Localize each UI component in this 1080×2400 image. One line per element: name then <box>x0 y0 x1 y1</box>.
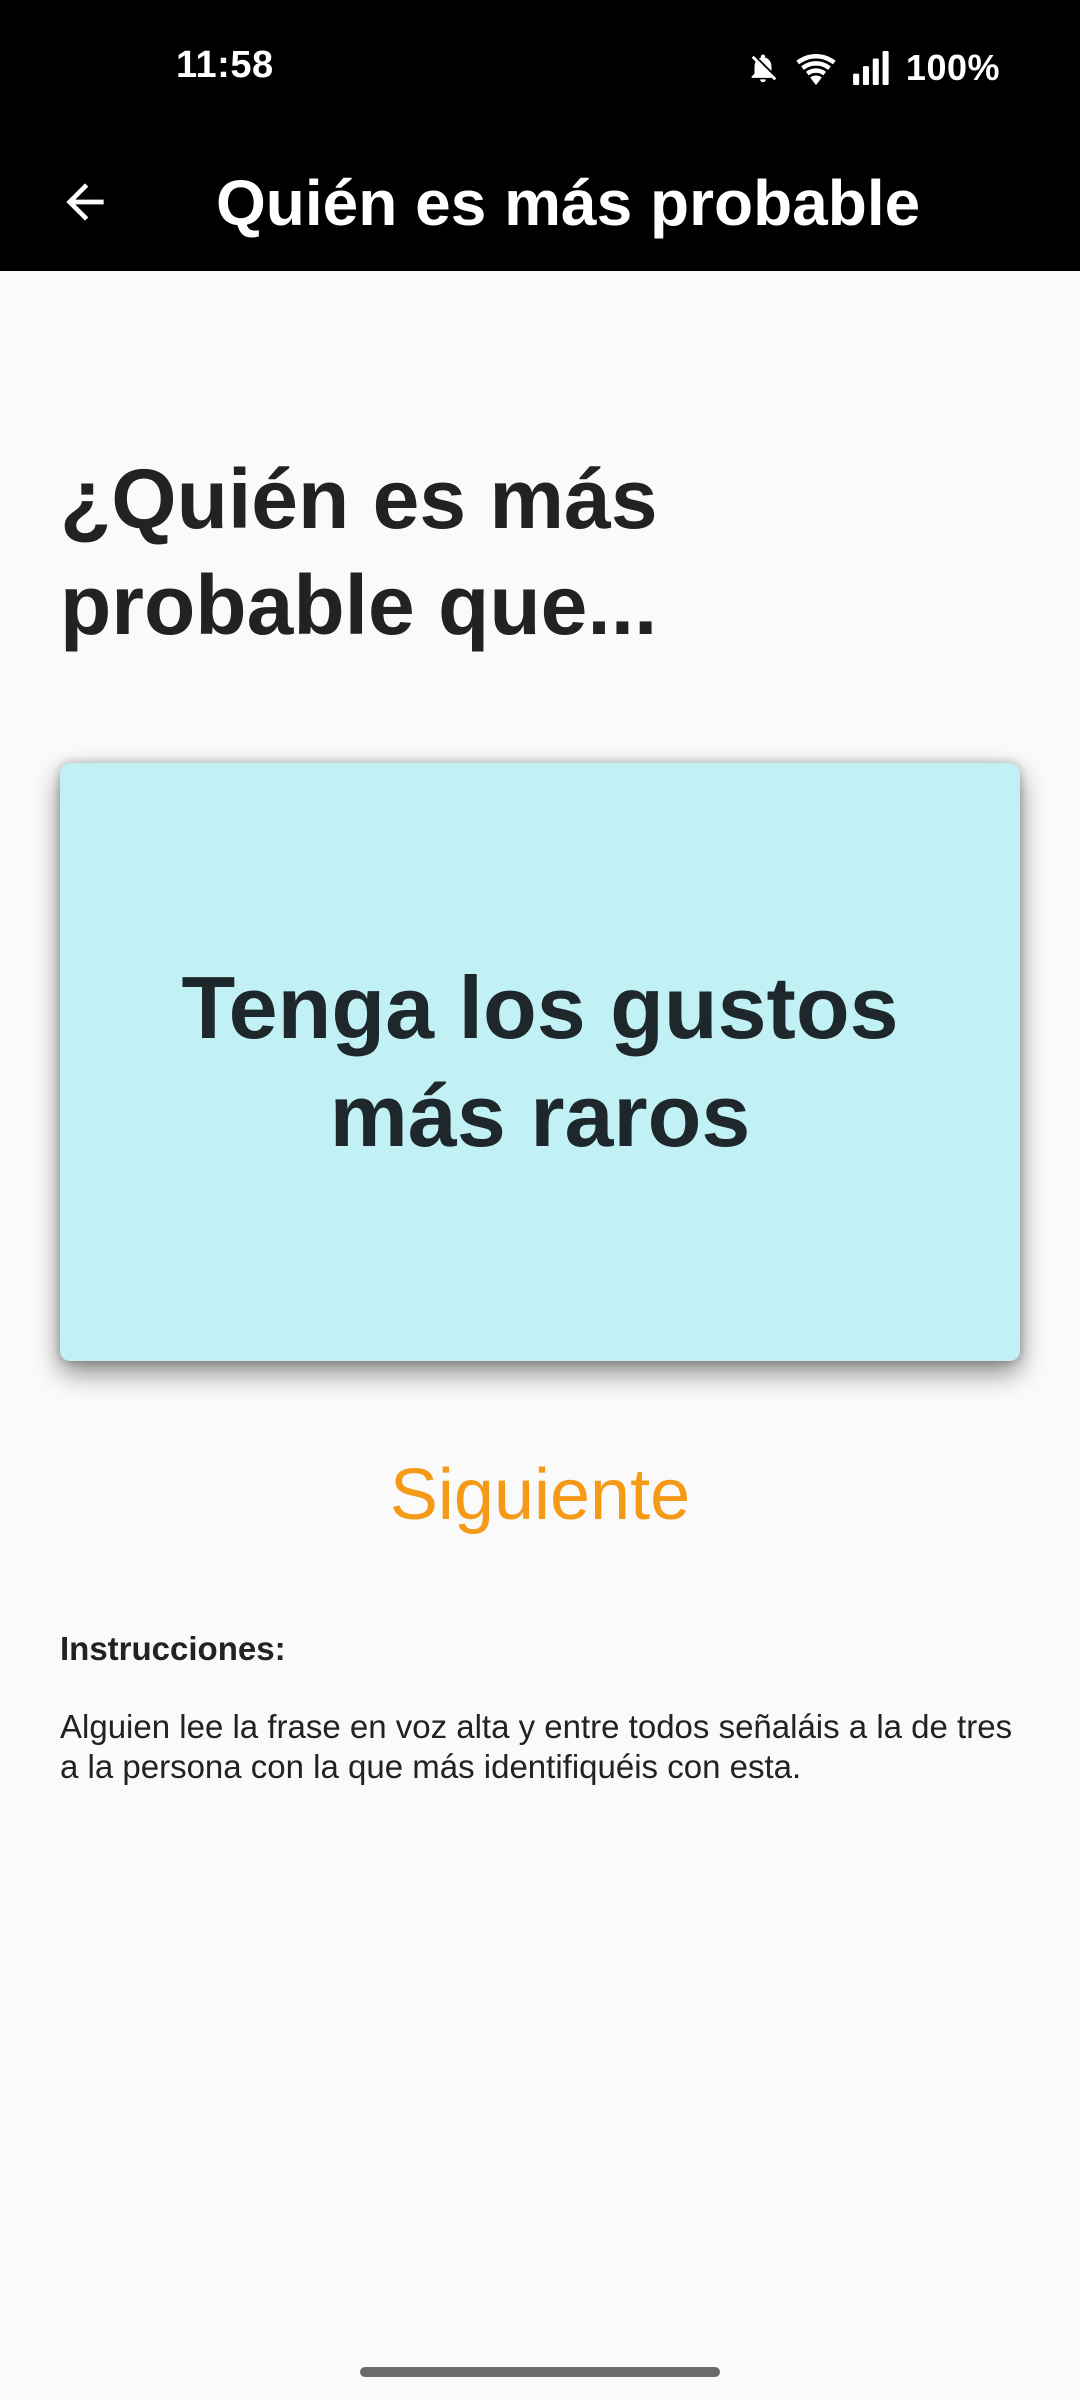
back-button[interactable] <box>40 166 130 242</box>
arrow-left-icon <box>57 174 113 235</box>
battery-percentage: 100% <box>905 47 1000 88</box>
question-heading: ¿Quién es más probable que... <box>60 452 658 652</box>
instructions-text: Alguien lee la frase en voz alta y entre… <box>60 1708 1013 1785</box>
app-bar: Quién es más probable <box>0 136 1080 271</box>
wifi-icon <box>794 50 838 86</box>
signal-icon <box>852 51 892 85</box>
status-icons: 100% <box>746 44 1000 92</box>
app-title: Quién es más probable <box>216 167 921 239</box>
question-card: Tenga los gustos más raros <box>60 763 1020 1361</box>
next-button[interactable]: Siguiente <box>300 1440 780 1550</box>
gesture-navigation-bar[interactable] <box>360 2367 720 2377</box>
status-bar: 11:58 100% <box>0 0 1080 136</box>
status-time: 11:58 <box>176 44 274 86</box>
instructions-title: Instrucciones: <box>60 1630 286 1667</box>
bell-off-icon <box>746 51 780 85</box>
question-card-text: Tenga los gustos más raros <box>181 958 899 1165</box>
